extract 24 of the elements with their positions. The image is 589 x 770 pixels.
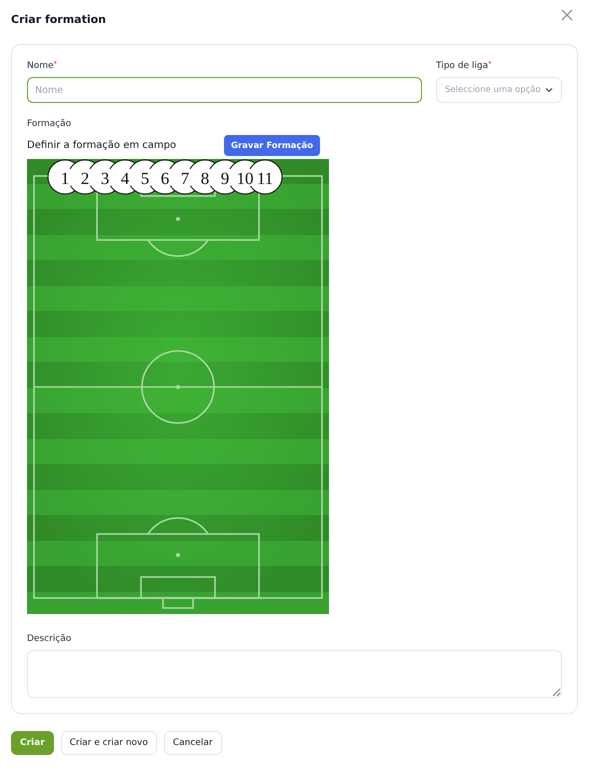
player-number[interactable]: 6 [160,169,170,188]
player-number[interactable]: 3 [100,169,110,188]
player-number[interactable]: 2 [80,169,90,188]
modal-title: Criar formation [11,13,106,26]
field-label: Descrição [27,634,72,644]
player-number[interactable]: 4 [120,169,130,188]
name-input[interactable]: Nome [27,77,422,103]
player-number[interactable]: 7 [180,169,190,188]
chevron-down-icon [544,87,553,93]
field-label: Nome [27,61,54,71]
required-mark: * [488,61,492,68]
save-formation-button[interactable]: Gravar Formação [224,135,320,156]
action-button[interactable]: Cancelar [164,731,222,755]
player-number[interactable]: 5 [140,169,150,188]
description-field[interactable] [27,650,562,698]
player-number[interactable]: 9 [220,169,230,188]
action-button[interactable]: Criar e criar novo [60,731,157,755]
field-label: Tipo de liga [436,61,488,71]
required-mark: * [54,61,58,68]
formation-hint: Definir a formação em campo [27,140,178,151]
player-number[interactable]: 1 [60,169,70,188]
player-number[interactable]: 8 [200,169,210,188]
close-icon[interactable] [561,9,573,21]
field-label: Formação [27,119,72,129]
